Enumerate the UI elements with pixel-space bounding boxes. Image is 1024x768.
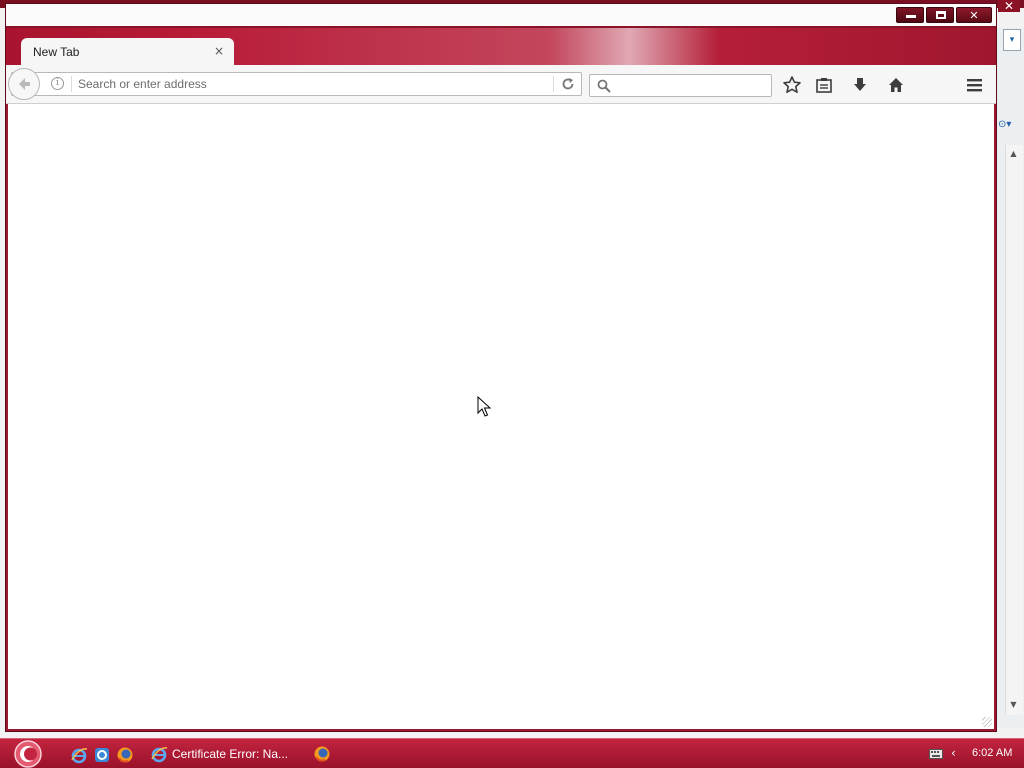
- background-window-close-button[interactable]: ✕: [998, 0, 1020, 12]
- tab-close-icon[interactable]: ×: [212, 44, 226, 58]
- firefox-icon[interactable]: [116, 746, 134, 764]
- background-window-scrollbar[interactable]: [1005, 145, 1023, 715]
- system-clock[interactable]: 6:02 AM: [972, 747, 1012, 759]
- maximize-icon: [936, 11, 946, 19]
- internet-explorer-icon[interactable]: [70, 746, 88, 764]
- taskbar-item-firefox[interactable]: [313, 745, 331, 763]
- navigation-toolbar: i: [6, 65, 996, 104]
- reload-separator: [553, 76, 554, 92]
- background-window-tools-icon[interactable]: ⊙▾: [998, 118, 1020, 132]
- download-icon: [854, 78, 866, 91]
- close-button[interactable]: ✕: [956, 7, 992, 23]
- bookmark-star-icon: [783, 76, 801, 93]
- tab-strip: New Tab ×: [6, 28, 996, 66]
- home-button[interactable]: [886, 75, 906, 95]
- minimize-button[interactable]: [896, 7, 924, 23]
- maximize-button[interactable]: [926, 7, 954, 23]
- reading-list-icon: [816, 78, 832, 93]
- scroll-down-arrow-icon[interactable]: ▼: [1005, 697, 1022, 713]
- start-button[interactable]: [11, 740, 45, 768]
- ie-sync-icon[interactable]: [93, 746, 111, 764]
- show-hidden-icons-chevron-icon[interactable]: ‹: [951, 746, 956, 760]
- url-bar[interactable]: i: [8, 68, 582, 100]
- resize-grip-icon[interactable]: [982, 717, 992, 727]
- scroll-up-arrow-icon[interactable]: ▲: [1005, 146, 1022, 162]
- taskbar-item-label: Certificate Error: Na...: [172, 747, 289, 761]
- search-icon[interactable]: [597, 79, 611, 93]
- keyboard-icon[interactable]: [929, 749, 943, 759]
- reload-icon[interactable]: [561, 77, 575, 91]
- tab-title: New Tab: [33, 45, 80, 59]
- background-window-dropdown-arrow-icon[interactable]: ▾: [1003, 29, 1021, 51]
- bookmark-button[interactable]: [782, 75, 802, 95]
- reading-list-button[interactable]: [814, 75, 834, 95]
- internet-explorer-icon: [151, 747, 168, 763]
- window-controls: ✕: [896, 7, 992, 25]
- address-input[interactable]: [74, 74, 552, 94]
- search-input[interactable]: [614, 76, 768, 97]
- back-button[interactable]: [8, 68, 40, 100]
- window-titlebar[interactable]: ✕: [6, 4, 996, 28]
- search-bar[interactable]: [589, 74, 772, 97]
- menu-button[interactable]: [964, 75, 984, 95]
- tab-new-tab[interactable]: New Tab ×: [21, 38, 234, 66]
- browser-window: ✕ New Tab × i: [5, 3, 997, 732]
- home-icon: [889, 78, 903, 92]
- close-icon: ✕: [969, 9, 979, 22]
- minimize-icon: [906, 15, 916, 18]
- url-separator: [71, 76, 72, 92]
- back-arrow-icon: [19, 78, 30, 90]
- taskbar-item-certificate-error[interactable]: Certificate Error: Na...: [150, 742, 300, 766]
- mouse-cursor-icon: [477, 396, 491, 417]
- menu-hamburger-icon: [967, 79, 982, 92]
- taskbar: Certificate Error: Na... ‹ 6:02 AM: [0, 738, 1024, 768]
- download-button[interactable]: [850, 75, 870, 95]
- info-icon[interactable]: i: [51, 77, 64, 90]
- page-content[interactable]: [8, 104, 994, 729]
